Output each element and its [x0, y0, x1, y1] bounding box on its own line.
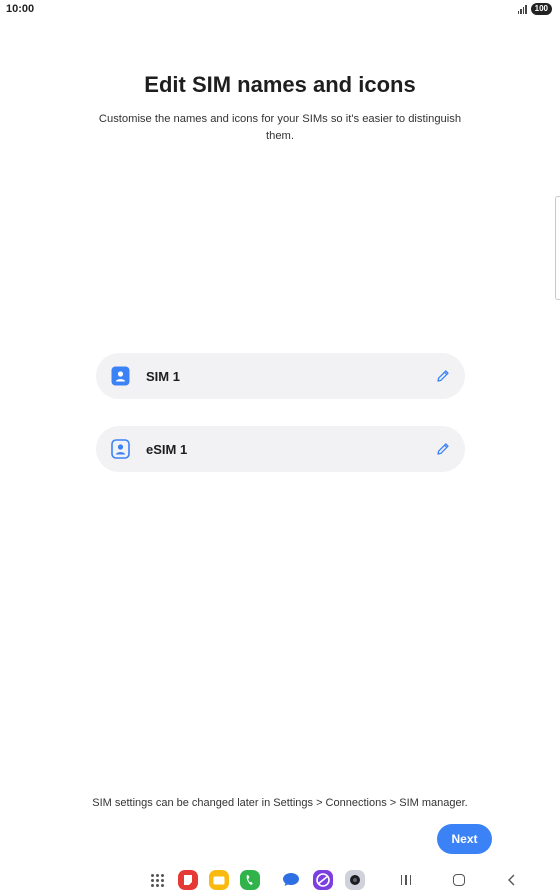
- taskbar: [0, 866, 560, 894]
- app-drawer-icon[interactable]: [146, 869, 168, 891]
- status-time: 10:00: [6, 3, 35, 15]
- esim-person-icon: [111, 439, 130, 459]
- sim-card-sim1[interactable]: SIM 1: [96, 353, 465, 399]
- pencil-icon[interactable]: [435, 441, 451, 457]
- sim-card-esim1[interactable]: eSIM 1: [96, 426, 465, 472]
- page-title: Edit SIM names and icons: [144, 72, 416, 97]
- edge-panel-handle[interactable]: [555, 196, 560, 300]
- files-app-icon[interactable]: [208, 869, 230, 891]
- page-subtitle: Customise the names and icons for your S…: [98, 113, 462, 142]
- battery-icon: 100: [530, 3, 552, 15]
- messages-app-icon[interactable]: [280, 869, 302, 891]
- internet-app-icon[interactable]: [312, 869, 334, 891]
- signal-icon: [517, 4, 527, 14]
- back-icon[interactable]: [501, 869, 523, 891]
- status-bar: 10:00 100: [0, 0, 560, 20]
- recent-apps-icon[interactable]: [395, 869, 417, 891]
- notes-app-icon[interactable]: [177, 869, 199, 891]
- phone-app-icon[interactable]: [239, 869, 261, 891]
- status-indicators: 100: [517, 3, 552, 15]
- next-button[interactable]: Next: [437, 824, 492, 854]
- pencil-icon[interactable]: [435, 368, 451, 384]
- sim-name-label: SIM 1: [146, 368, 180, 384]
- sim-person-icon: [111, 366, 130, 386]
- camera-app-icon[interactable]: [344, 869, 366, 891]
- sim-name-label: eSIM 1: [146, 441, 188, 457]
- footer-note: SIM settings can be changed later in Set…: [92, 797, 468, 809]
- home-icon[interactable]: [448, 869, 470, 891]
